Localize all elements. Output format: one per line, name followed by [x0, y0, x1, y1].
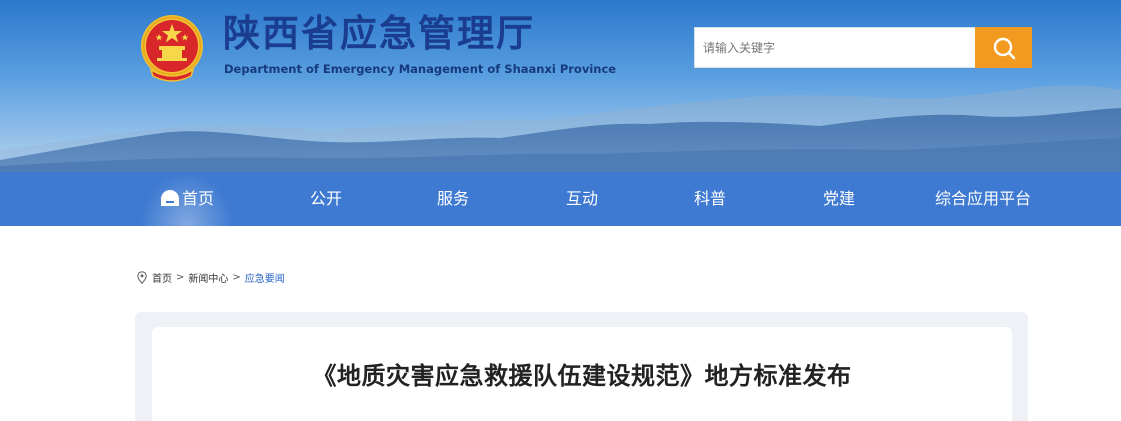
nav-item-label: 互动 [565, 189, 598, 208]
nav-item-party[interactable]: 党建 [811, 172, 867, 226]
page: 陕西省应急管理厅 Department of Emergency Managem… [0, 0, 1121, 421]
location-pin-icon [137, 270, 147, 284]
site-subtitle: Department of Emergency Management of Sh… [224, 62, 617, 76]
breadcrumb-separator: > [176, 271, 185, 283]
breadcrumb-home[interactable]: 首页 [152, 270, 172, 285]
search-box [694, 27, 976, 68]
nav-item-label: 首页 [181, 189, 214, 208]
nav-item-home[interactable]: 首页 [140, 172, 234, 226]
nav-item-label: 公开 [309, 189, 342, 208]
nav-item-label: 党建 [822, 189, 855, 208]
article-title: 《地质灾害应急救援队伍建设规范》地方标准发布 [312, 362, 852, 390]
breadcrumb-news-center[interactable]: 新闻中心 [188, 270, 228, 285]
search-button[interactable] [975, 27, 1032, 68]
nav-item-interaction[interactable]: 互动 [554, 172, 610, 226]
nav-item-science[interactable]: 科普 [682, 172, 738, 226]
nav-item-label: 科普 [693, 189, 726, 208]
breadcrumb: 首页 > 新闻中心 > 应急要闻 [137, 270, 285, 285]
breadcrumb-current[interactable]: 应急要闻 [245, 270, 285, 285]
breadcrumb-separator: > [232, 271, 241, 283]
national-emblem-icon [137, 12, 207, 84]
search-input[interactable] [695, 28, 975, 67]
main-nav: 首页 公开 服务 互动 科普 党建 综合应用平台 [0, 172, 1121, 226]
nav-item-label: 服务 [436, 189, 469, 208]
nav-item-service[interactable]: 服务 [425, 172, 481, 226]
nav-item-open[interactable]: 公开 [298, 172, 354, 226]
search-icon [993, 37, 1015, 59]
nav-item-platform[interactable]: 综合应用平台 [925, 172, 1041, 226]
header-banner: 陕西省应急管理厅 Department of Emergency Managem… [0, 0, 1121, 172]
home-icon [160, 190, 179, 206]
nav-item-label: 综合应用平台 [934, 189, 1031, 208]
site-title: 陕西省应急管理厅 [223, 12, 535, 55]
